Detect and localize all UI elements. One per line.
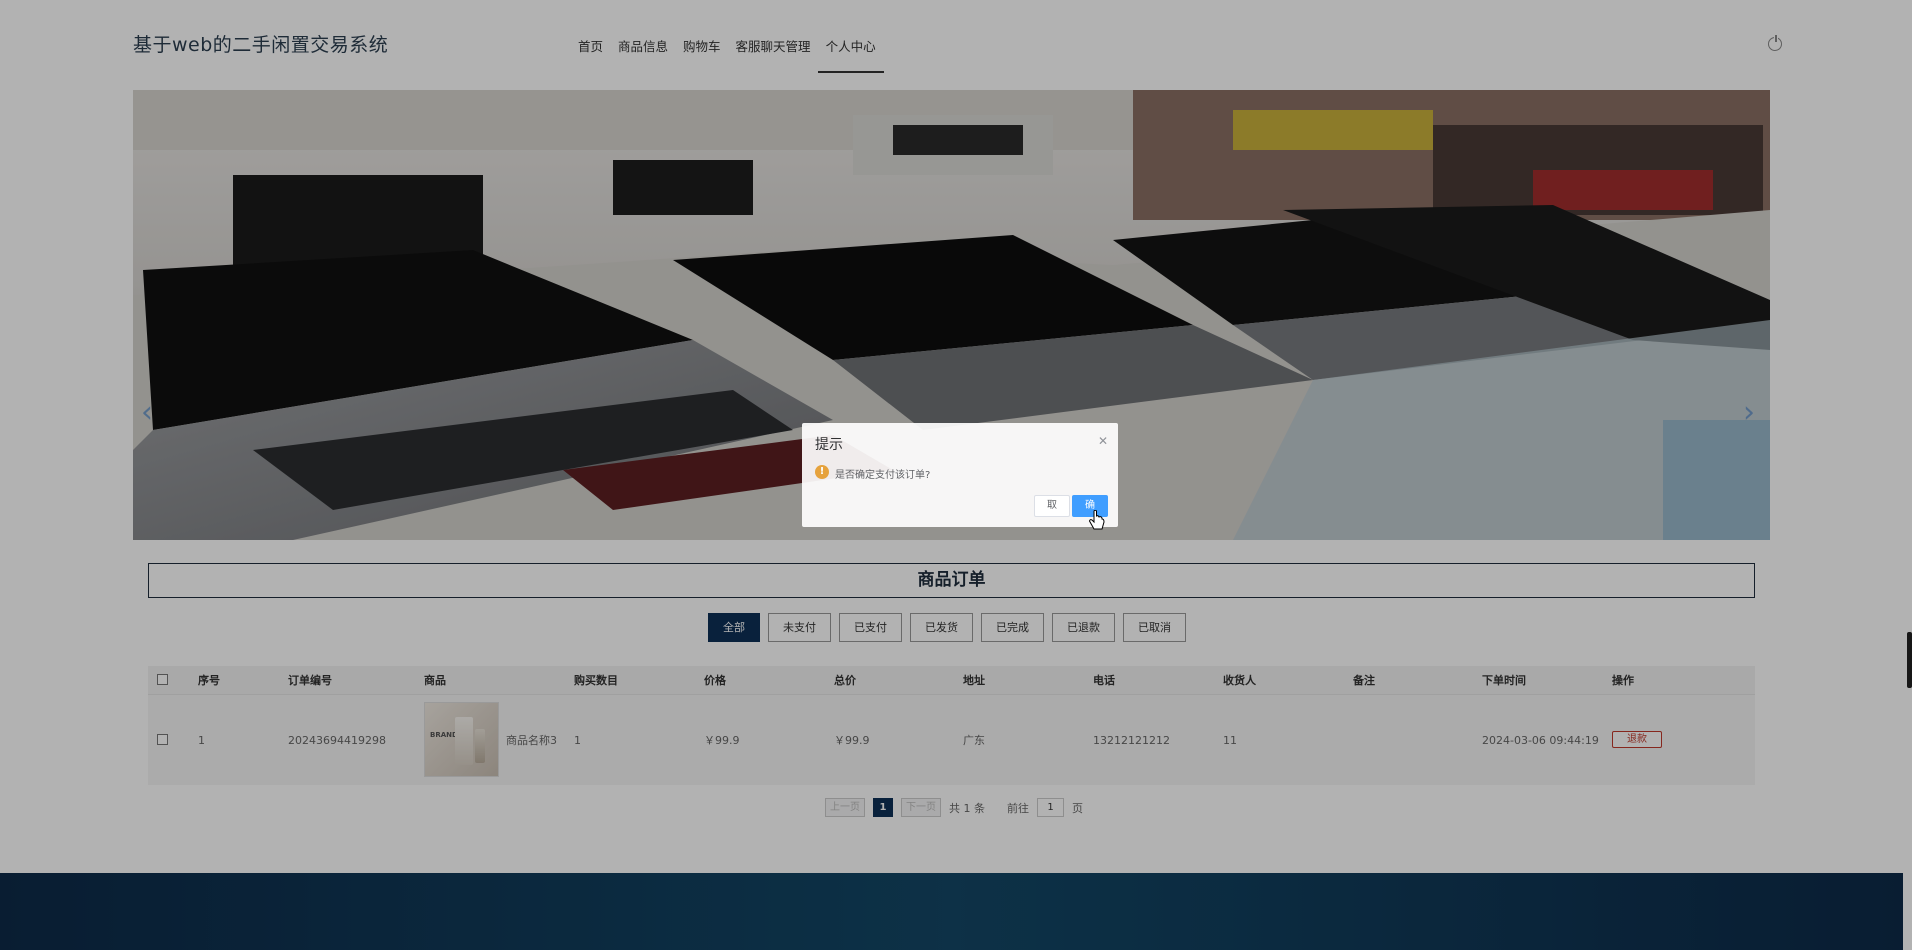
page: 基于web的二手闲置交易系统 首页 商品信息 购物车 客服聊天管理 个人中心 ‹… bbox=[0, 0, 1912, 950]
dialog-message: 是否确定支付该订单? bbox=[835, 470, 931, 481]
warning-icon: ! bbox=[815, 465, 829, 479]
dialog-title: 提示 bbox=[815, 437, 843, 453]
close-icon[interactable]: ✕ bbox=[1098, 434, 1108, 448]
cancel-button[interactable]: 取 bbox=[1034, 495, 1070, 517]
hand-cursor-icon bbox=[1088, 510, 1105, 530]
confirm-dialog: 提示 ✕ ! 是否确定支付该订单? 取 确 bbox=[802, 423, 1118, 527]
